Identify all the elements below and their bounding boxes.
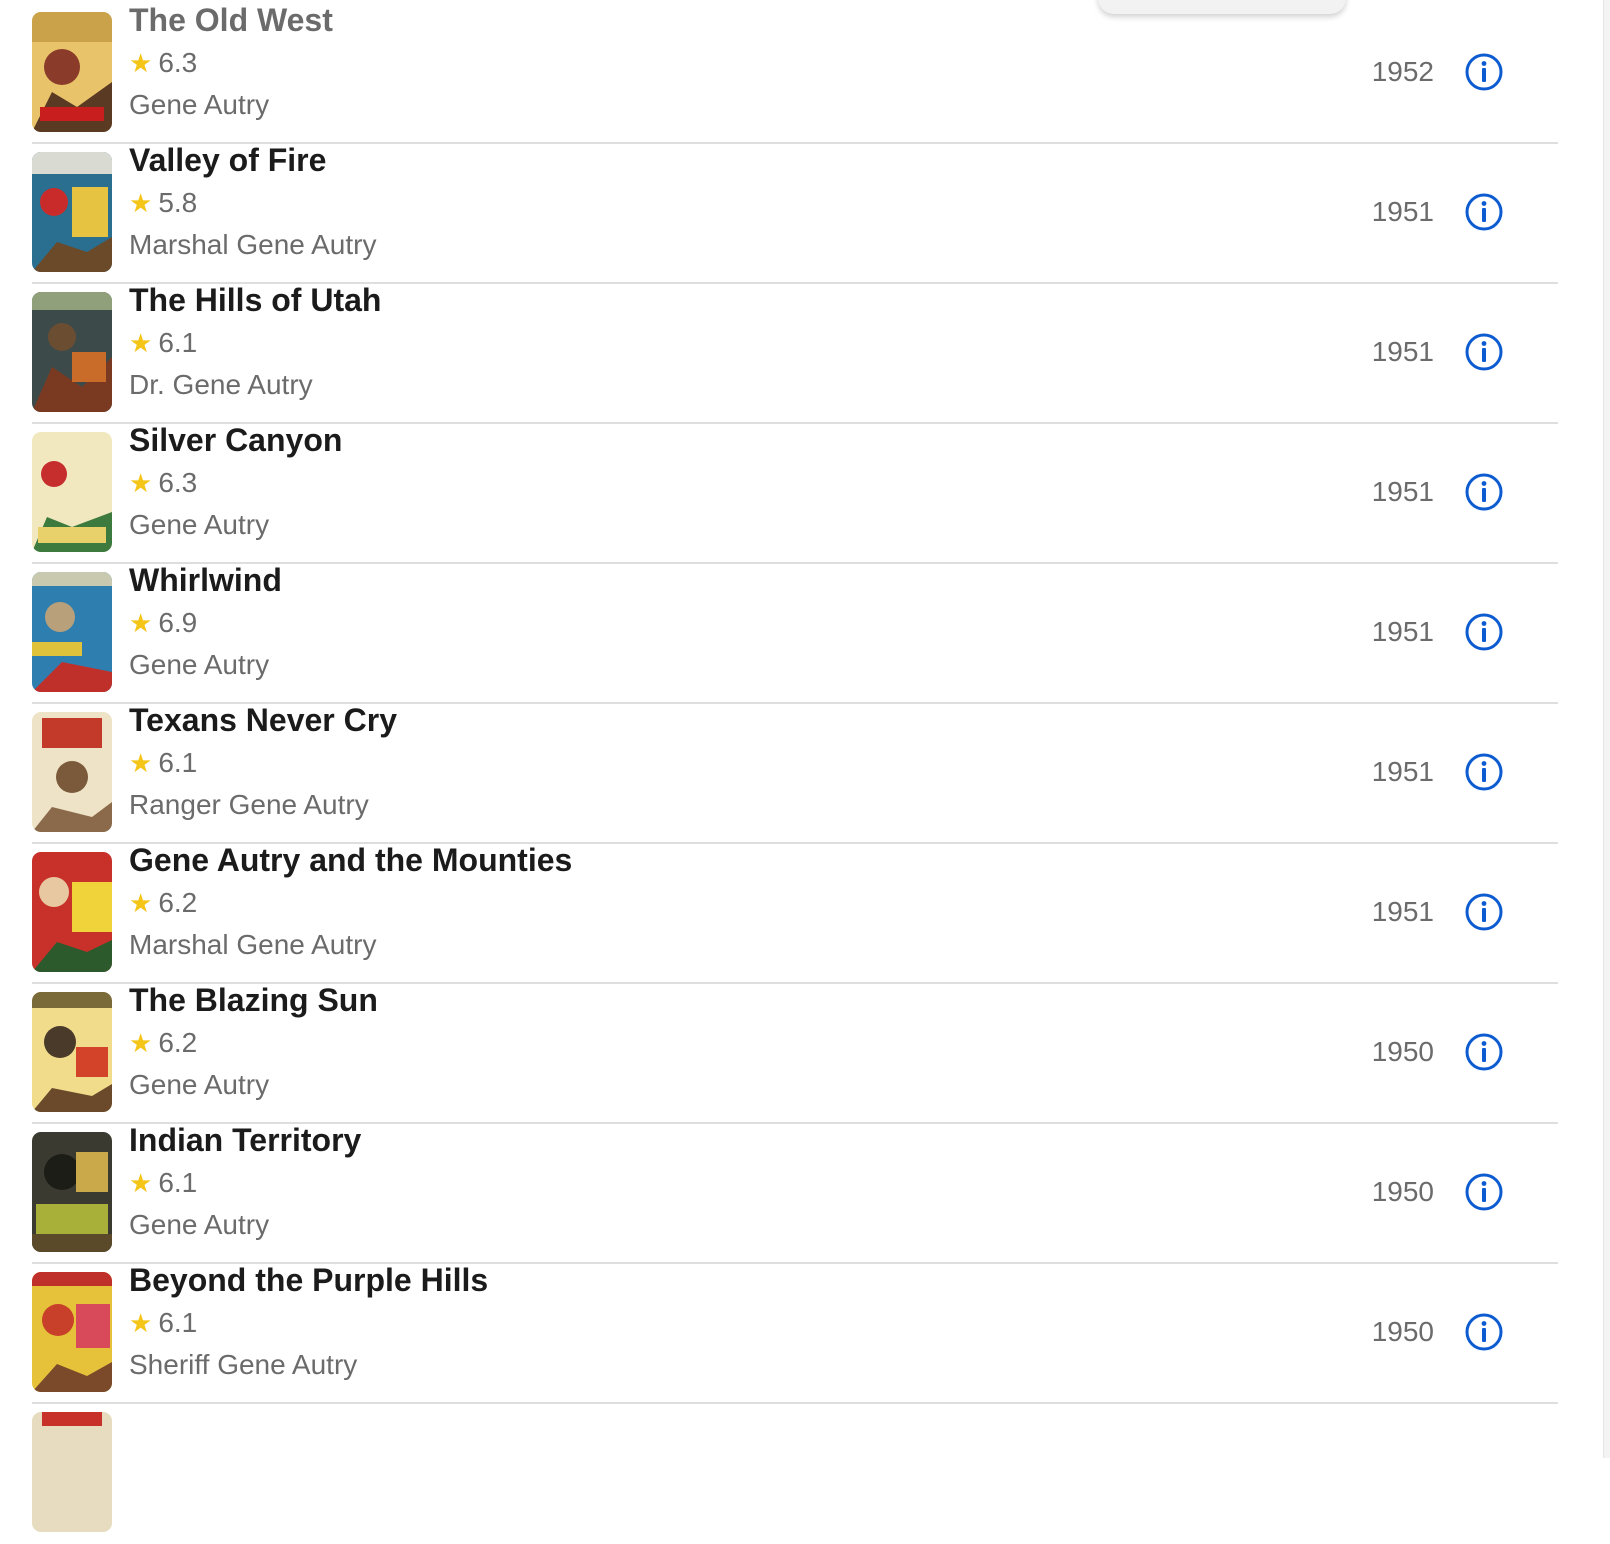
movie-year: 1952 xyxy=(1371,56,1434,87)
info-icon[interactable] xyxy=(1464,1172,1504,1212)
movie-title[interactable]: Gene Autry and the Mounties xyxy=(129,840,572,880)
movie-year: 1951 xyxy=(1371,196,1434,227)
movie-title[interactable]: The Blazing Sun xyxy=(129,980,378,1020)
movie-role: Gene Autry xyxy=(129,89,270,120)
star-icon: ★ xyxy=(129,1028,153,1058)
info-icon[interactable] xyxy=(1464,612,1504,652)
movie-year: 1951 xyxy=(1371,756,1434,787)
movie-title[interactable]: Texans Never Cry xyxy=(129,700,397,740)
movie-rating: ★ 6.3 xyxy=(129,43,197,83)
movie-year: 1950 xyxy=(1371,1316,1434,1347)
movie-rating: ★ 6.1 xyxy=(129,1163,197,1203)
movie-title[interactable]: Valley of Fire xyxy=(129,140,326,180)
movie-poster[interactable] xyxy=(32,292,112,412)
movie-row[interactable]: Valley of Fire ★ 5.8 Marshal Gene Autry 1… xyxy=(32,140,1558,284)
movie-poster[interactable] xyxy=(32,1272,112,1392)
info-icon[interactable] xyxy=(1464,1312,1504,1352)
movie-role: Gene Autry xyxy=(129,509,270,540)
movie-poster[interactable] xyxy=(32,852,112,972)
movie-rating: ★ 5.8 xyxy=(129,183,197,223)
movie-row[interactable]: The Blazing Sun ★ 6.2 Gene Autry 1950 xyxy=(32,980,1558,1124)
info-icon[interactable] xyxy=(1464,752,1504,792)
info-icon[interactable] xyxy=(1464,472,1504,512)
movie-year: 1951 xyxy=(1371,336,1434,367)
star-icon: ★ xyxy=(129,608,153,638)
movie-row[interactable]: The Old West ★ 6.3 Gene Autry 1952 xyxy=(32,0,1558,144)
movie-rating: ★ 6.1 xyxy=(129,743,197,783)
rating-value: 6.1 xyxy=(158,1167,198,1198)
rating-value: 6.2 xyxy=(158,887,198,918)
movie-title[interactable]: The Hills of Utah xyxy=(129,280,381,320)
movie-rating: ★ 6.9 xyxy=(129,603,197,643)
star-icon: ★ xyxy=(129,1308,153,1338)
movie-row[interactable]: Texans Never Cry ★ 6.1 Ranger Gene Autry … xyxy=(32,700,1558,844)
movie-year: 1950 xyxy=(1371,1176,1434,1207)
info-icon[interactable] xyxy=(1464,192,1504,232)
movie-row[interactable]: Silver Canyon ★ 6.3 Gene Autry 1951 xyxy=(32,420,1558,564)
info-icon[interactable] xyxy=(1464,892,1504,932)
rating-value: 6.9 xyxy=(158,607,198,638)
movie-title[interactable]: Beyond the Purple Hills xyxy=(129,1260,488,1300)
info-icon[interactable] xyxy=(1464,332,1504,372)
movie-rating: ★ 6.2 xyxy=(129,1023,197,1063)
rating-value: 6.2 xyxy=(158,1027,198,1058)
movie-row[interactable]: The Hills of Utah ★ 6.1 Dr. Gene Autry 19… xyxy=(32,280,1558,424)
movie-title[interactable]: Whirlwind xyxy=(129,560,282,600)
movie-row[interactable]: Gene Autry and the Mounties ★ 6.2 Marshal… xyxy=(32,840,1558,984)
movie-role: Dr. Gene Autry xyxy=(129,369,313,400)
movie-title[interactable]: Indian Territory xyxy=(129,1120,361,1160)
rating-value: 6.1 xyxy=(158,1307,198,1338)
star-icon: ★ xyxy=(129,748,153,778)
movie-role: Marshal Gene Autry xyxy=(129,929,377,960)
movie-poster[interactable] xyxy=(32,712,112,832)
movie-row[interactable]: Whirlwind ★ 6.9 Gene Autry 1951 xyxy=(32,560,1558,704)
movie-row[interactable] xyxy=(32,1400,1558,1544)
movie-rating: ★ 6.2 xyxy=(129,883,197,923)
movie-rating: ★ 6.1 xyxy=(129,323,197,363)
movie-rating: ★ 6.3 xyxy=(129,463,197,503)
movie-row[interactable]: Beyond the Purple Hills ★ 6.1 Sheriff Gen… xyxy=(32,1260,1558,1404)
movie-role: Gene Autry xyxy=(129,1069,270,1100)
star-icon: ★ xyxy=(129,888,153,918)
movie-poster[interactable] xyxy=(32,12,112,132)
rating-value: 6.1 xyxy=(158,747,198,778)
movie-year: 1951 xyxy=(1371,476,1434,507)
movie-year: 1951 xyxy=(1371,896,1434,927)
rating-value: 6.1 xyxy=(158,327,198,358)
movie-year: 1951 xyxy=(1371,616,1434,647)
movie-row[interactable]: Indian Territory ★ 6.1 Gene Autry 1950 xyxy=(32,1120,1558,1264)
star-icon: ★ xyxy=(129,48,153,78)
movie-role: Gene Autry xyxy=(129,649,270,680)
scrollbar[interactable] xyxy=(1603,0,1610,1458)
movie-poster[interactable] xyxy=(32,572,112,692)
info-icon[interactable] xyxy=(1464,52,1504,92)
movie-role: Marshal Gene Autry xyxy=(129,229,377,260)
movie-poster[interactable] xyxy=(32,992,112,1112)
movie-year: 1950 xyxy=(1371,1036,1434,1067)
movie-poster[interactable] xyxy=(32,1132,112,1252)
rating-value: 6.3 xyxy=(158,47,198,78)
movie-rating: ★ 6.1 xyxy=(129,1303,197,1343)
movie-poster[interactable] xyxy=(32,432,112,552)
movie-poster[interactable] xyxy=(32,1412,112,1532)
movie-role: Ranger Gene Autry xyxy=(129,789,369,820)
info-icon[interactable] xyxy=(1464,1032,1504,1072)
star-icon: ★ xyxy=(129,188,153,218)
movie-title[interactable]: The Old West xyxy=(129,0,333,40)
movie-title[interactable]: Silver Canyon xyxy=(129,420,342,460)
rating-value: 6.3 xyxy=(158,467,198,498)
rating-value: 5.8 xyxy=(158,187,198,218)
star-icon: ★ xyxy=(129,468,153,498)
star-icon: ★ xyxy=(129,328,153,358)
movie-poster[interactable] xyxy=(32,152,112,272)
movie-role: Sheriff Gene Autry xyxy=(129,1349,358,1380)
star-icon: ★ xyxy=(129,1168,153,1198)
movie-role: Gene Autry xyxy=(129,1209,270,1240)
